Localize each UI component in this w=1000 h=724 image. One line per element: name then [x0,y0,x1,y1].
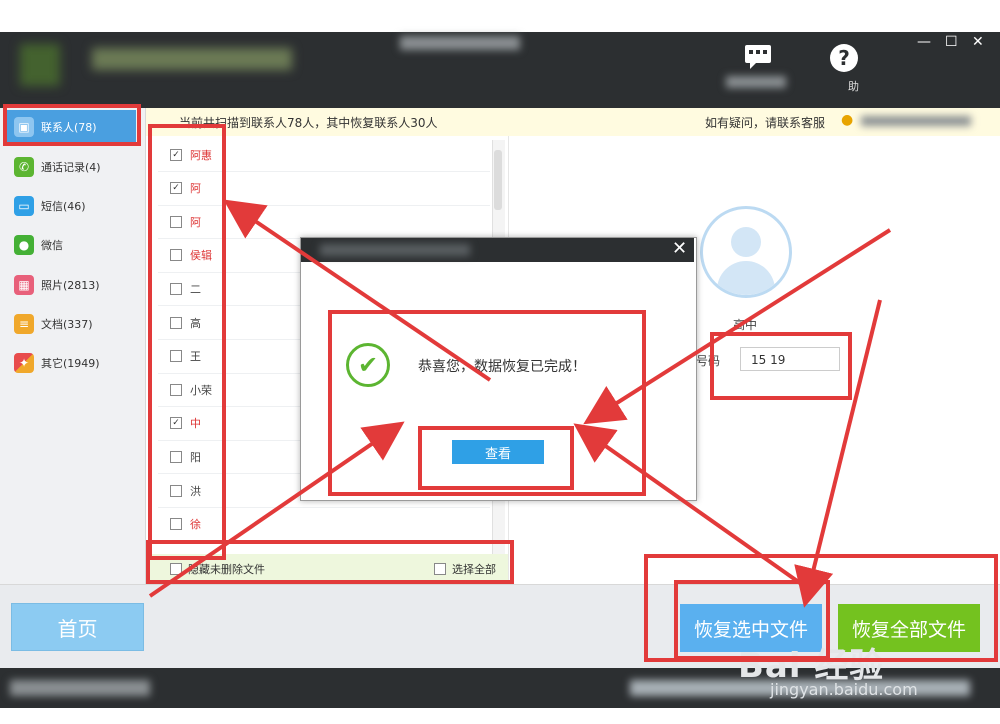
arrow-to-restore-selected [794,299,882,608]
annotation-arrows [148,199,892,608]
arrow-to-checkboxes [223,199,492,382]
arrow-from-restore-to-view [573,423,812,592]
arrow-to-dialog-from-footer [148,421,405,598]
arrow-to-view-button [583,228,892,425]
